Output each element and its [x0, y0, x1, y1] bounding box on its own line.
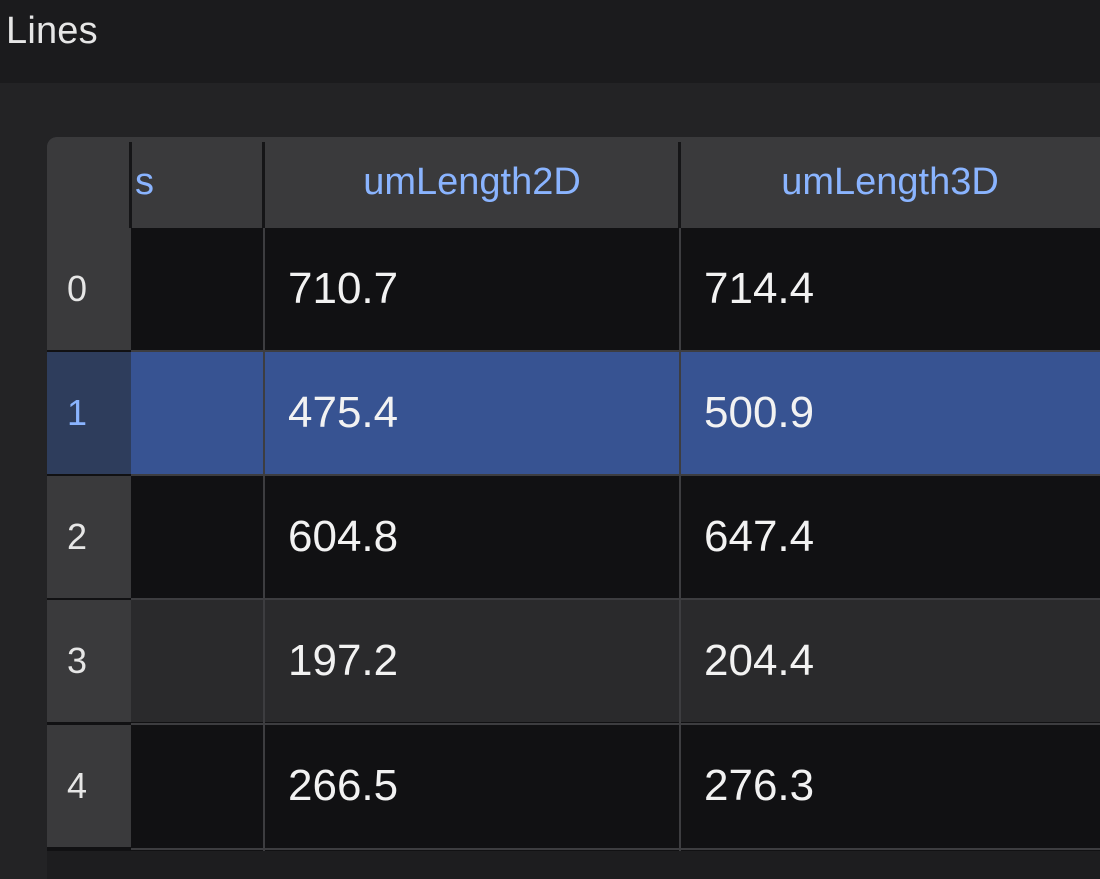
table-cell[interactable] [131, 352, 264, 474]
data-table[interactable]: s umLength2D umLength3D 710.7 714.4 0 47… [47, 137, 1100, 879]
table-cell[interactable]: 500.9 [680, 352, 1100, 474]
table-row[interactable]: 710.7 714.4 0 [47, 228, 1100, 350]
table-footer-index [47, 851, 131, 879]
table-row-selected[interactable]: 475.4 500.9 1 [47, 352, 1100, 474]
column-header-s[interactable]: s [131, 137, 264, 228]
table-cell[interactable]: 197.2 [264, 600, 680, 722]
column-header-umLength2D[interactable]: umLength2D [264, 137, 680, 228]
table-cell[interactable] [131, 476, 264, 598]
window-title-bar: Lines [0, 0, 1100, 83]
column-separator[interactable] [262, 142, 265, 228]
table-cell[interactable]: 475.4 [264, 352, 680, 474]
column-separator[interactable] [129, 142, 132, 228]
table-cell[interactable]: 604.8 [264, 476, 680, 598]
table-cell[interactable] [131, 600, 264, 722]
table-cell[interactable]: 647.4 [680, 476, 1100, 598]
column-separator[interactable] [678, 142, 681, 228]
grid-line-horizontal [131, 350, 1100, 352]
grid-line-horizontal [131, 474, 1100, 476]
row-index-header[interactable]: 4 [47, 725, 131, 847]
grid-line-horizontal [131, 598, 1100, 600]
table-corner-cell[interactable] [47, 137, 131, 228]
window-title: Lines [6, 10, 98, 52]
grid-line-vertical [263, 228, 265, 851]
table-cell[interactable]: 204.4 [680, 600, 1100, 722]
row-index-header[interactable]: 3 [47, 600, 131, 722]
table-row[interactable]: 604.8 647.4 2 [47, 476, 1100, 598]
row-index-header[interactable]: 2 [47, 476, 131, 598]
table-cell[interactable]: 710.7 [264, 228, 680, 350]
table-footer [47, 851, 1100, 879]
table-cell[interactable]: 714.4 [680, 228, 1100, 350]
table-cell[interactable] [131, 725, 264, 847]
grid-line-vertical [679, 228, 681, 851]
row-index-header[interactable]: 0 [47, 228, 131, 350]
table-cell[interactable] [131, 228, 264, 350]
grid-line-horizontal [131, 723, 1100, 725]
table-cell[interactable]: 276.3 [680, 725, 1100, 847]
table-row[interactable]: 266.5 276.3 4 [47, 725, 1100, 847]
row-index-header[interactable]: 1 [47, 352, 131, 474]
grid-line-horizontal [131, 848, 1100, 850]
table-cell[interactable]: 266.5 [264, 725, 680, 847]
column-header-umLength3D[interactable]: umLength3D [680, 137, 1100, 228]
table-row[interactable]: 197.2 204.4 3 [47, 600, 1100, 722]
